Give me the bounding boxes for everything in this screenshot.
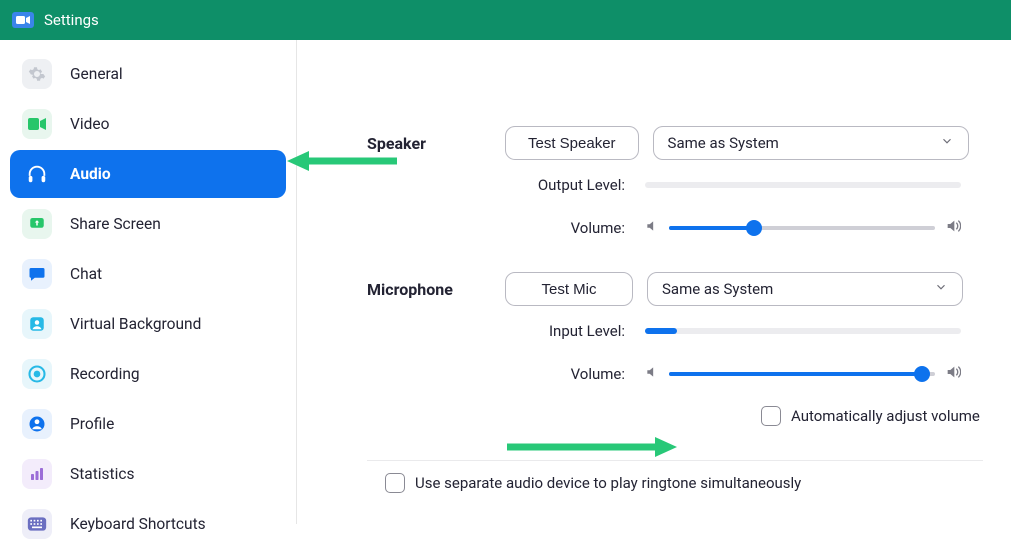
mic-volume-slider[interactable] [645, 364, 961, 384]
app-icon [12, 12, 34, 28]
volume-high-icon [945, 364, 961, 384]
mic-device-select[interactable]: Same as System [647, 272, 963, 306]
input-level-meter [645, 328, 961, 334]
microphone-heading: Microphone [367, 280, 505, 299]
speaker-heading: Speaker [367, 134, 505, 153]
volume-low-icon [645, 365, 659, 383]
sidebar-item-profile[interactable]: Profile [10, 400, 286, 448]
sidebar-item-keyboard-shortcuts[interactable]: Keyboard Shortcuts [10, 500, 286, 548]
sidebar-item-label: Virtual Background [70, 315, 201, 333]
test-speaker-button[interactable]: Test Speaker [505, 126, 639, 160]
headphones-icon [22, 159, 52, 189]
profile-icon [22, 409, 52, 439]
sidebar-item-label: Video [70, 115, 109, 133]
statistics-icon [22, 459, 52, 489]
auto-adjust-label: Automatically adjust volume [791, 407, 980, 425]
separate-ringtone-row: Use separate audio device to play ringto… [385, 473, 983, 493]
sidebar-item-label: Profile [70, 415, 114, 433]
sidebar-item-label: Chat [70, 265, 102, 283]
chat-icon [22, 259, 52, 289]
sidebar-item-label: Audio [70, 165, 111, 183]
virtual-background-icon [22, 309, 52, 339]
microphone-section: Microphone Test Mic Same as System Input… [367, 272, 983, 426]
chevron-down-icon [934, 280, 948, 298]
video-icon [22, 109, 52, 139]
section-divider [367, 460, 983, 461]
sidebar-item-label: Keyboard Shortcuts [70, 515, 206, 533]
sidebar-item-label: Statistics [70, 465, 135, 483]
sidebar-item-share-screen[interactable]: Share Screen [10, 200, 286, 248]
volume-high-icon [945, 218, 961, 238]
gear-icon [22, 59, 52, 89]
speaker-section: Speaker Test Speaker Same as System Outp… [367, 126, 983, 238]
sidebar-item-label: Recording [70, 365, 140, 383]
separate-ringtone-checkbox[interactable] [385, 473, 405, 493]
keyboard-icon [22, 509, 52, 539]
chevron-down-icon [940, 134, 954, 152]
sidebar-item-label: General [70, 65, 123, 83]
speaker-device-value: Same as System [668, 134, 779, 152]
sidebar-item-virtual-background[interactable]: Virtual Background [10, 300, 286, 348]
window-title: Settings [44, 11, 99, 29]
annotation-arrow-checkbox [507, 434, 677, 460]
share-screen-icon [22, 209, 52, 239]
volume-low-icon [645, 219, 659, 237]
input-level-label: Input Level: [505, 322, 625, 340]
auto-adjust-checkbox[interactable] [761, 406, 781, 426]
sidebar-item-general[interactable]: General [10, 50, 286, 98]
output-level-meter [645, 182, 961, 188]
sidebar-item-chat[interactable]: Chat [10, 250, 286, 298]
recording-icon [22, 359, 52, 389]
speaker-volume-slider[interactable] [645, 218, 961, 238]
titlebar: Settings [0, 0, 1011, 40]
mic-volume-label: Volume: [505, 365, 625, 383]
separate-ringtone-label: Use separate audio device to play ringto… [415, 474, 801, 492]
sidebar: General Video Audio Share Screen Chat [0, 40, 297, 524]
main-panel: Speaker Test Speaker Same as System Outp… [297, 40, 1011, 524]
test-mic-button[interactable]: Test Mic [505, 272, 633, 306]
sidebar-item-statistics[interactable]: Statistics [10, 450, 286, 498]
speaker-device-select[interactable]: Same as System [653, 126, 969, 160]
output-level-label: Output Level: [505, 176, 625, 194]
mic-device-value: Same as System [662, 280, 773, 298]
sidebar-item-recording[interactable]: Recording [10, 350, 286, 398]
auto-adjust-row: Automatically adjust volume [761, 406, 983, 426]
speaker-volume-label: Volume: [505, 219, 625, 237]
sidebar-item-label: Share Screen [70, 215, 161, 233]
sidebar-item-audio[interactable]: Audio [10, 150, 286, 198]
sidebar-item-video[interactable]: Video [10, 100, 286, 148]
